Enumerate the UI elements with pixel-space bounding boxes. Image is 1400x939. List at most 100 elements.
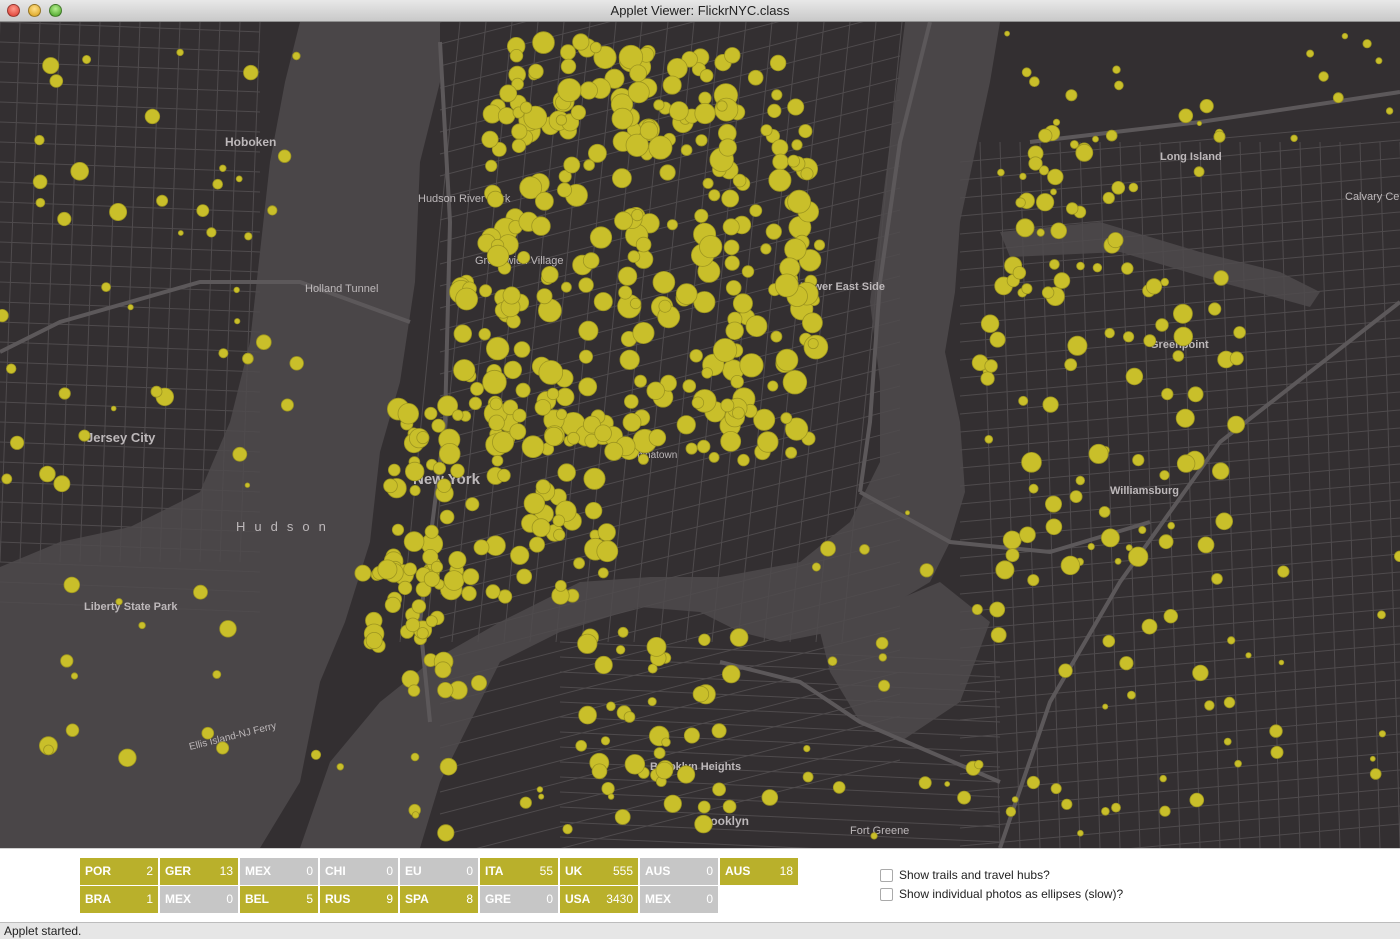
photo-dot xyxy=(635,236,652,253)
country-toggle-ita[interactable]: ITA 55 xyxy=(480,858,558,885)
photo-dot xyxy=(557,78,582,103)
country-code: GER xyxy=(165,864,192,878)
country-count: 1 xyxy=(146,892,153,906)
photo-dot xyxy=(127,304,134,311)
country-toggle-uk[interactable]: UK 555 xyxy=(560,858,638,885)
photo-dot xyxy=(611,107,634,130)
photo-dot xyxy=(588,143,607,163)
photo-dot xyxy=(785,446,798,459)
photo-dot xyxy=(732,406,745,420)
country-toggle-rus[interactable]: RUS 9 xyxy=(320,886,398,913)
photo-dot xyxy=(453,359,476,382)
photo-dot xyxy=(604,441,624,461)
photo-dot xyxy=(1223,696,1236,709)
photo-dot xyxy=(770,330,783,343)
photo-dot xyxy=(589,226,613,249)
photo-dot xyxy=(627,81,650,104)
photo-dot xyxy=(423,570,440,588)
photo-dot xyxy=(1159,805,1171,817)
zoom-button[interactable] xyxy=(49,4,62,17)
country-toggle-ger[interactable]: GER 13 xyxy=(160,858,238,885)
photo-dot xyxy=(432,461,446,475)
photo-dot xyxy=(196,204,210,218)
photo-dot xyxy=(453,324,473,343)
photo-dot xyxy=(699,235,723,259)
photo-dot xyxy=(1029,76,1040,87)
photo-dot xyxy=(725,280,742,296)
country-toggle-eu[interactable]: EU 0 xyxy=(400,858,478,885)
photo-dot xyxy=(1127,690,1136,700)
photo-dot xyxy=(682,379,697,393)
photo-dot xyxy=(1038,128,1053,143)
photo-dot xyxy=(1060,555,1081,576)
photo-dot xyxy=(647,697,657,707)
photo-dot xyxy=(1213,130,1226,143)
photo-dot xyxy=(870,832,878,840)
country-toggle-por[interactable]: POR 2 xyxy=(80,858,158,885)
photo-dot xyxy=(724,255,740,271)
country-toggle-aus[interactable]: AUS 18 xyxy=(720,858,798,885)
minimize-button[interactable] xyxy=(28,4,41,17)
title-bar: Applet Viewer: FlickrNYC.class xyxy=(0,0,1400,22)
photo-dot xyxy=(515,382,531,398)
photo-dot xyxy=(1065,89,1078,102)
photo-dot xyxy=(1075,475,1086,486)
control-panel: POR 2 GER 13 MEX 0 CHI 0 EU 0 ITA 55 UK 555 AUS 0 AUS 18 B… xyxy=(0,848,1400,922)
photo-dot xyxy=(1167,521,1175,530)
country-toggle-usa[interactable]: USA 3430 xyxy=(560,886,638,913)
photo-dot xyxy=(639,121,659,140)
photo-dot xyxy=(1269,724,1283,738)
ellipses-checkbox[interactable] xyxy=(880,888,893,901)
photo-dot xyxy=(745,315,768,338)
photo-dot xyxy=(1021,283,1033,295)
photo-dot xyxy=(1102,634,1116,648)
country-toggle-mex[interactable]: MEX 0 xyxy=(160,886,238,913)
photo-dot xyxy=(1011,796,1019,803)
photo-dot xyxy=(1005,806,1017,817)
map-canvas[interactable]: Hoboken Jersey City New York Hudson Huds… xyxy=(0,22,1400,848)
photo-dot xyxy=(597,523,616,542)
photo-dot xyxy=(365,632,383,650)
country-toggle-bel[interactable]: BEL 5 xyxy=(240,886,318,913)
photo-dot xyxy=(832,781,846,794)
photo-dot xyxy=(53,475,71,493)
country-toggle-gre[interactable]: GRE 0 xyxy=(480,886,558,913)
country-count: 18 xyxy=(779,864,793,878)
close-button[interactable] xyxy=(7,4,20,17)
country-toggle-mex[interactable]: MEX 0 xyxy=(640,886,718,913)
photo-dot xyxy=(712,782,726,797)
photo-dot xyxy=(618,285,633,300)
country-toggle-aus[interactable]: AUS 0 xyxy=(640,858,718,885)
photo-dot xyxy=(623,394,639,409)
photo-dot xyxy=(438,442,461,465)
country-code: USA xyxy=(565,892,591,906)
photo-dot xyxy=(875,636,889,650)
photo-dot xyxy=(1112,65,1121,74)
status-bar: Applet started. xyxy=(0,922,1400,939)
photo-dot xyxy=(596,540,619,563)
photo-dot xyxy=(698,91,712,105)
photo-dot xyxy=(1155,318,1169,332)
photo-dot xyxy=(336,763,344,771)
country-toggle-chi[interactable]: CHI 0 xyxy=(320,858,398,885)
country-code: CHI xyxy=(325,864,346,878)
country-toggle-spa[interactable]: SPA 8 xyxy=(400,886,478,913)
trails-checkbox[interactable] xyxy=(880,869,893,882)
photo-dot xyxy=(39,465,56,483)
photo-dot xyxy=(436,478,452,493)
photo-dot xyxy=(1208,302,1222,316)
photo-dot xyxy=(1036,228,1045,237)
photo-dot xyxy=(1,473,13,485)
country-toggle-bra[interactable]: BRA 1 xyxy=(80,886,158,913)
photo-dot xyxy=(219,620,237,638)
photo-dot xyxy=(1378,730,1387,738)
photo-dot xyxy=(232,446,248,462)
photo-dot xyxy=(918,776,932,790)
country-toggle-mex[interactable]: MEX 0 xyxy=(240,858,318,885)
country-filter-grid: POR 2 GER 13 MEX 0 CHI 0 EU 0 ITA 55 UK 555 AUS 0 AUS 18 B… xyxy=(80,858,800,914)
photo-dot xyxy=(583,467,606,490)
photo-dot xyxy=(546,387,560,401)
photo-dot xyxy=(617,266,638,286)
photo-dot xyxy=(990,627,1007,643)
photo-dot xyxy=(1041,286,1055,299)
